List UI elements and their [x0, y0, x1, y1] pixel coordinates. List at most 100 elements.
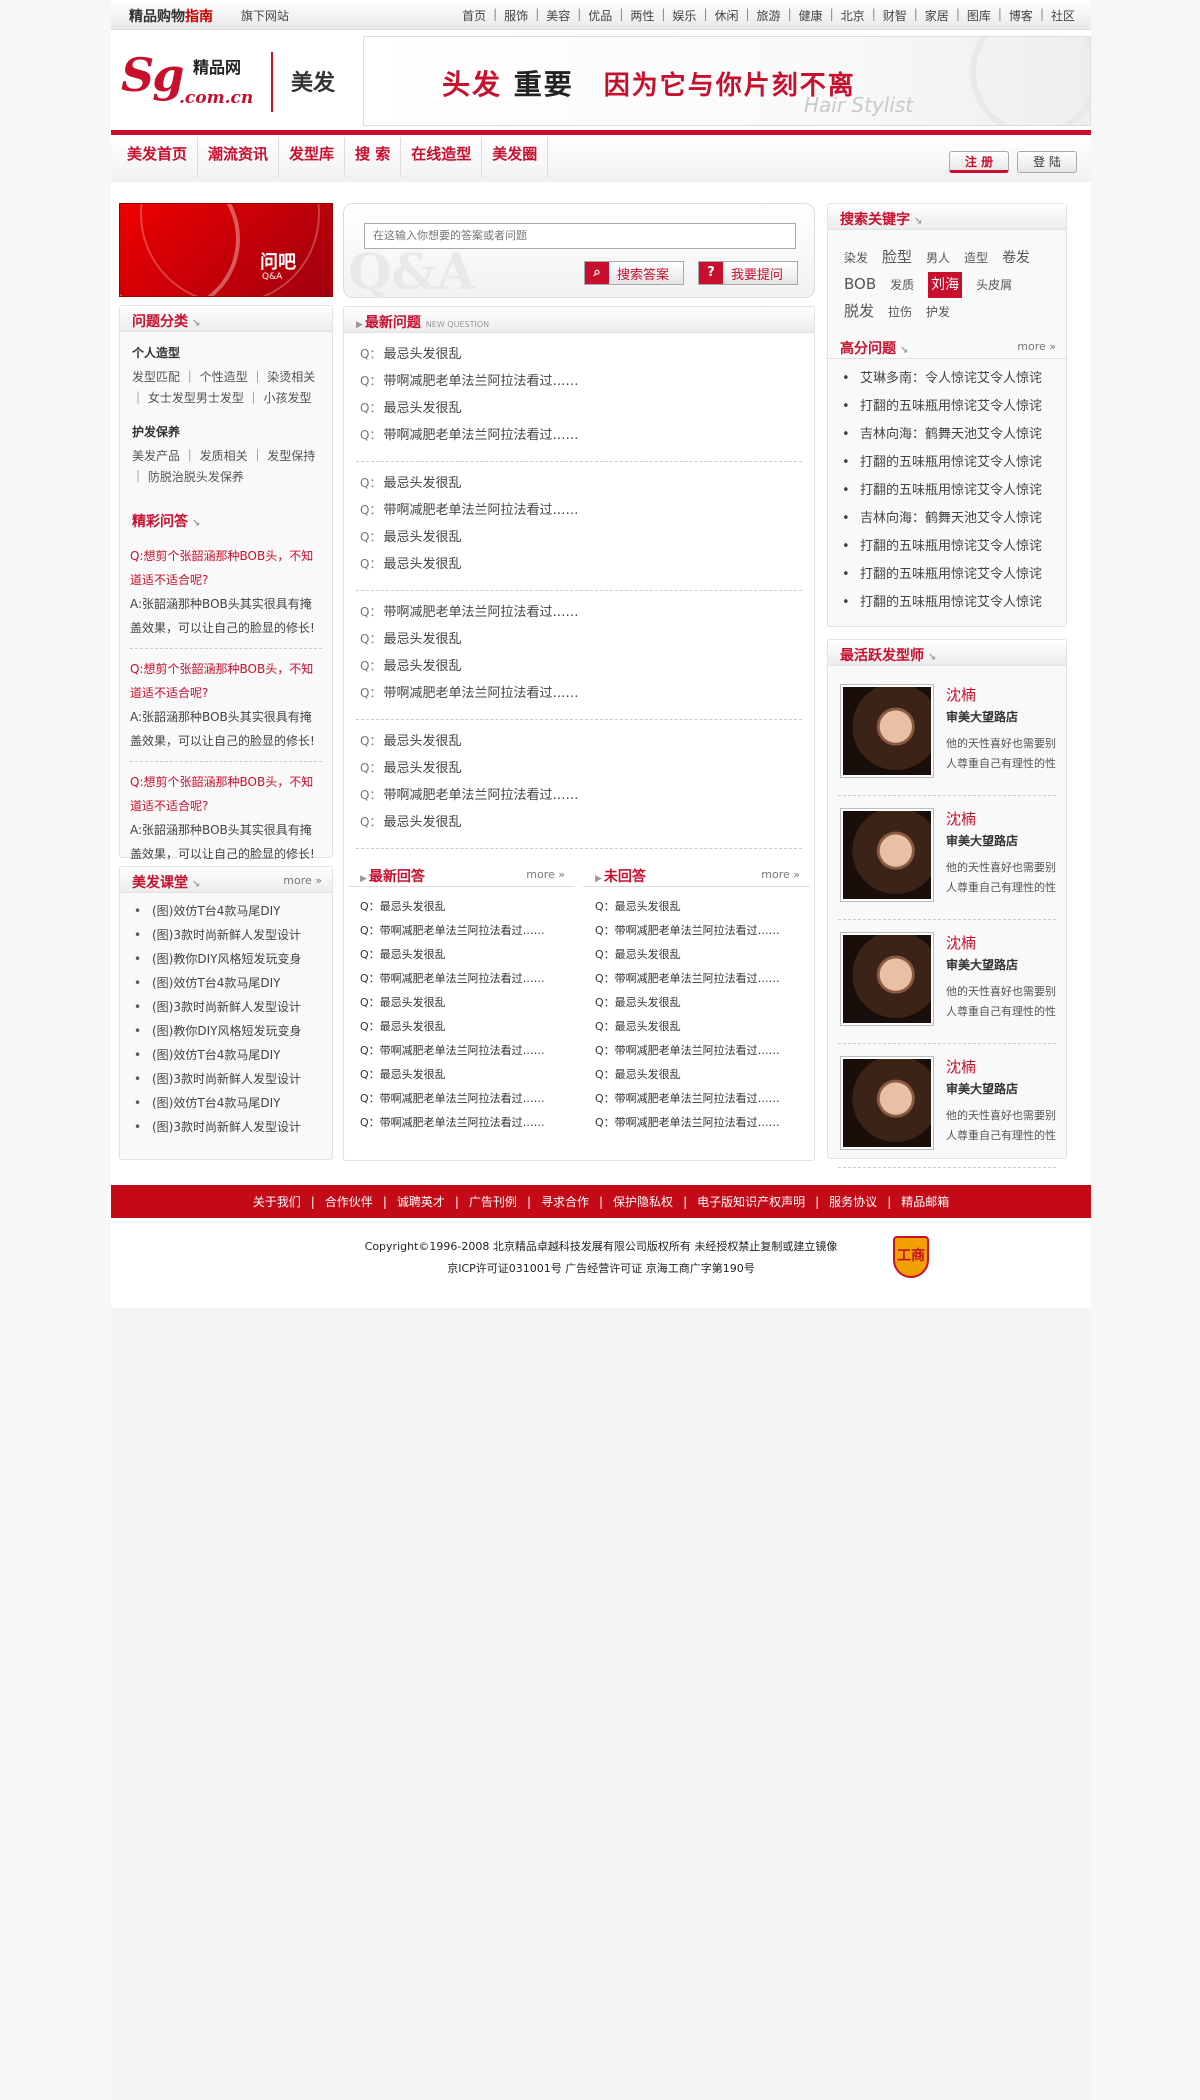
question-item[interactable]: Q： 最忌头发很乱: [360, 755, 798, 782]
top-question-item[interactable]: • 打翻的五味瓶用惊诧艾令人惊诧: [842, 393, 1052, 421]
stylist-photo[interactable]: [840, 684, 934, 778]
unanswered-item[interactable]: Q：最忌头发很乱: [579, 1063, 814, 1087]
answered-item[interactable]: Q：最忌头发很乱: [344, 895, 579, 919]
search-input[interactable]: [364, 223, 796, 249]
class-item[interactable]: • (图)教你DIY风格短发玩变身: [132, 1019, 320, 1043]
question-item[interactable]: Q： 最忌头发很乱: [360, 395, 798, 422]
featured-item[interactable]: Q:想剪个张韶涵那种BOB头，不知道适不适合呢? A:张韶涵那种BOB头其实很具有…: [130, 649, 322, 762]
main-nav-item[interactable]: 潮流资讯: [198, 137, 280, 177]
class-item[interactable]: • (图)效仿T台4款马尾DIY: [132, 1043, 320, 1067]
main-nav-item[interactable]: 美发首页: [117, 137, 199, 177]
featured-question[interactable]: Q:想剪个张韶涵那种BOB头，不知道适不适合呢?: [130, 544, 322, 592]
featured-item[interactable]: Q:想剪个张韶涵那种BOB头，不知道适不适合呢? A:张韶涵那种BOB头其实很具有…: [130, 762, 322, 875]
top-nav-link[interactable]: 服饰: [504, 7, 528, 24]
top-question-item[interactable]: • 打翻的五味瓶用惊诧艾令人惊诧: [842, 533, 1052, 561]
footer-link[interactable]: 服务协议: [829, 1193, 877, 1210]
keyword-tag[interactable]: 脸型: [882, 244, 912, 270]
answered-item[interactable]: Q：带啊减肥老单法兰阿拉法看过……: [344, 919, 579, 943]
keyword-tag[interactable]: BOB: [844, 271, 876, 297]
top-nav-link[interactable]: 图库: [967, 7, 991, 24]
keyword-tag[interactable]: 发质: [890, 272, 914, 298]
class-item[interactable]: • (图)效仿T台4款马尾DIY: [132, 1091, 320, 1115]
keyword-tag[interactable]: 染发: [844, 245, 868, 271]
class-more-link[interactable]: more »: [283, 874, 322, 887]
footer-link[interactable]: 诚聘英才: [397, 1193, 445, 1210]
question-item[interactable]: Q： 带啊减肥老单法兰阿拉法看过……: [360, 422, 798, 449]
unanswered-item[interactable]: Q：带啊减肥老单法兰阿拉法看过……: [579, 1111, 814, 1135]
keyword-tag[interactable]: 卷发: [1002, 245, 1030, 271]
top-nav-link[interactable]: 美容: [546, 7, 570, 24]
category-links[interactable]: 发型匹配 ｜ 个性造型 ｜ 染烫相关 ｜ 女士发型男士发型 ｜ 小孩发型: [132, 367, 320, 409]
unanswered-item[interactable]: Q：带啊减肥老单法兰阿拉法看过……: [579, 919, 814, 943]
question-item[interactable]: Q： 带啊减肥老单法兰阿拉法看过……: [360, 782, 798, 809]
question-item[interactable]: Q： 最忌头发很乱: [360, 728, 798, 755]
question-item[interactable]: Q： 最忌头发很乱: [360, 551, 798, 578]
top-nav-link[interactable]: 两性: [630, 7, 654, 24]
question-item[interactable]: Q： 带啊减肥老单法兰阿拉法看过……: [360, 599, 798, 626]
stylist-photo[interactable]: [840, 932, 934, 1026]
unanswered-item[interactable]: Q：最忌头发很乱: [579, 1015, 814, 1039]
business-license-badge-icon[interactable]: 工商: [893, 1236, 929, 1278]
top-question-item[interactable]: • 打翻的五味瓶用惊诧艾令人惊诧: [842, 449, 1052, 477]
class-item[interactable]: • (图)效仿T台4款马尾DIY: [132, 971, 320, 995]
answered-item[interactable]: Q：带啊减肥老单法兰阿拉法看过……: [344, 1111, 579, 1135]
top-nav-link[interactable]: 家居: [925, 7, 949, 24]
site-logo[interactable]: Sg 精品网 .com.cn: [121, 48, 271, 118]
top-question-item[interactable]: • 艾琳多南：令人惊诧艾令人惊诧: [842, 365, 1052, 393]
footer-link[interactable]: 关于我们: [253, 1193, 301, 1210]
top-question-item[interactable]: • 吉林向海：鹤舞天池艾令人惊诧: [842, 505, 1052, 533]
unanswered-more-link[interactable]: more »: [761, 868, 800, 881]
featured-item[interactable]: Q:想剪个张韶涵那种BOB头，不知道适不适合呢? A:张韶涵那种BOB头其实很具有…: [130, 536, 322, 649]
top-nav-link[interactable]: 旅游: [757, 7, 781, 24]
top-nav-link[interactable]: 娱乐: [672, 7, 696, 24]
question-item[interactable]: Q： 最忌头发很乱: [360, 626, 798, 653]
class-item[interactable]: • (图)效仿T台4款马尾DIY: [132, 899, 320, 923]
keyword-tag[interactable]: 男人: [926, 245, 950, 271]
featured-question[interactable]: Q:想剪个张韶涵那种BOB头，不知道适不适合呢?: [130, 770, 322, 818]
top-question-item[interactable]: • 打翻的五味瓶用惊诧艾令人惊诧: [842, 561, 1052, 589]
category-links[interactable]: 美发产品 ｜ 发质相关 ｜ 发型保持 ｜ 防脱治脱头发保养: [132, 446, 320, 488]
class-item[interactable]: • (图)3款时尚新鲜人发型设计: [132, 923, 320, 947]
class-item[interactable]: • (图)教你DIY风格短发玩变身: [132, 947, 320, 971]
banner-ad[interactable]: 头发 重要 因为它与你片刻不离 Hair Stylist: [363, 36, 1091, 126]
footer-link[interactable]: 广告刊例: [469, 1193, 517, 1210]
answered-item[interactable]: Q：带啊减肥老单法兰阿拉法看过……: [344, 967, 579, 991]
keyword-tag[interactable]: 刘海: [928, 272, 963, 298]
top-question-item[interactable]: • 吉林向海：鹤舞天池艾令人惊诧: [842, 421, 1052, 449]
login-button[interactable]: 登 陆: [1017, 151, 1077, 173]
unanswered-item[interactable]: Q：带啊减肥老单法兰阿拉法看过……: [579, 967, 814, 991]
top-nav-link[interactable]: 博客: [1009, 7, 1033, 24]
top-nav-link[interactable]: 优品: [588, 7, 612, 24]
qa-promo-banner[interactable]: 问吧 Q&A: [119, 203, 333, 297]
question-item[interactable]: Q： 带啊减肥老单法兰阿拉法看过……: [360, 368, 798, 395]
answered-item[interactable]: Q：最忌头发很乱: [344, 991, 579, 1015]
search-answer-button[interactable]: ⌕ 搜索答案: [584, 261, 684, 285]
stylist-name[interactable]: 沈楠: [946, 1056, 976, 1077]
question-item[interactable]: Q： 最忌头发很乱: [360, 524, 798, 551]
class-item[interactable]: • (图)3款时尚新鲜人发型设计: [132, 1115, 320, 1139]
question-item[interactable]: Q： 带啊减肥老单法兰阿拉法看过……: [360, 497, 798, 524]
footer-link[interactable]: 寻求合作: [541, 1193, 589, 1210]
top-question-item[interactable]: • 打翻的五味瓶用惊诧艾令人惊诧: [842, 589, 1052, 617]
top-nav-link[interactable]: 休闲: [714, 7, 738, 24]
top-nav-link[interactable]: 社区: [1051, 7, 1075, 24]
keyword-tag[interactable]: 头皮屑: [976, 272, 1012, 298]
question-item[interactable]: Q： 带啊减肥老单法兰阿拉法看过……: [360, 680, 798, 707]
featured-question[interactable]: Q:想剪个张韶涵那种BOB头，不知道适不适合呢?: [130, 657, 322, 705]
footer-link[interactable]: 精品邮箱: [901, 1193, 949, 1210]
main-nav-item[interactable]: 在线造型: [401, 137, 483, 177]
class-item[interactable]: • (图)3款时尚新鲜人发型设计: [132, 1067, 320, 1091]
answered-more-link[interactable]: more »: [526, 868, 565, 881]
keyword-tag[interactable]: 造型: [964, 245, 988, 271]
top-more-link[interactable]: more »: [1017, 340, 1056, 353]
keyword-tag[interactable]: 脱发: [844, 298, 874, 324]
keyword-tag[interactable]: 护发: [926, 299, 950, 325]
unanswered-item[interactable]: Q：最忌头发很乱: [579, 991, 814, 1015]
top-nav-link[interactable]: 健康: [799, 7, 823, 24]
top-nav-link[interactable]: 首页: [462, 7, 486, 24]
stylist-photo[interactable]: [840, 808, 934, 902]
stylist-photo[interactable]: [840, 1056, 934, 1150]
main-nav-item[interactable]: 搜 索: [345, 137, 402, 177]
answered-item[interactable]: Q：最忌头发很乱: [344, 943, 579, 967]
main-nav-item[interactable]: 发型库: [279, 137, 346, 177]
